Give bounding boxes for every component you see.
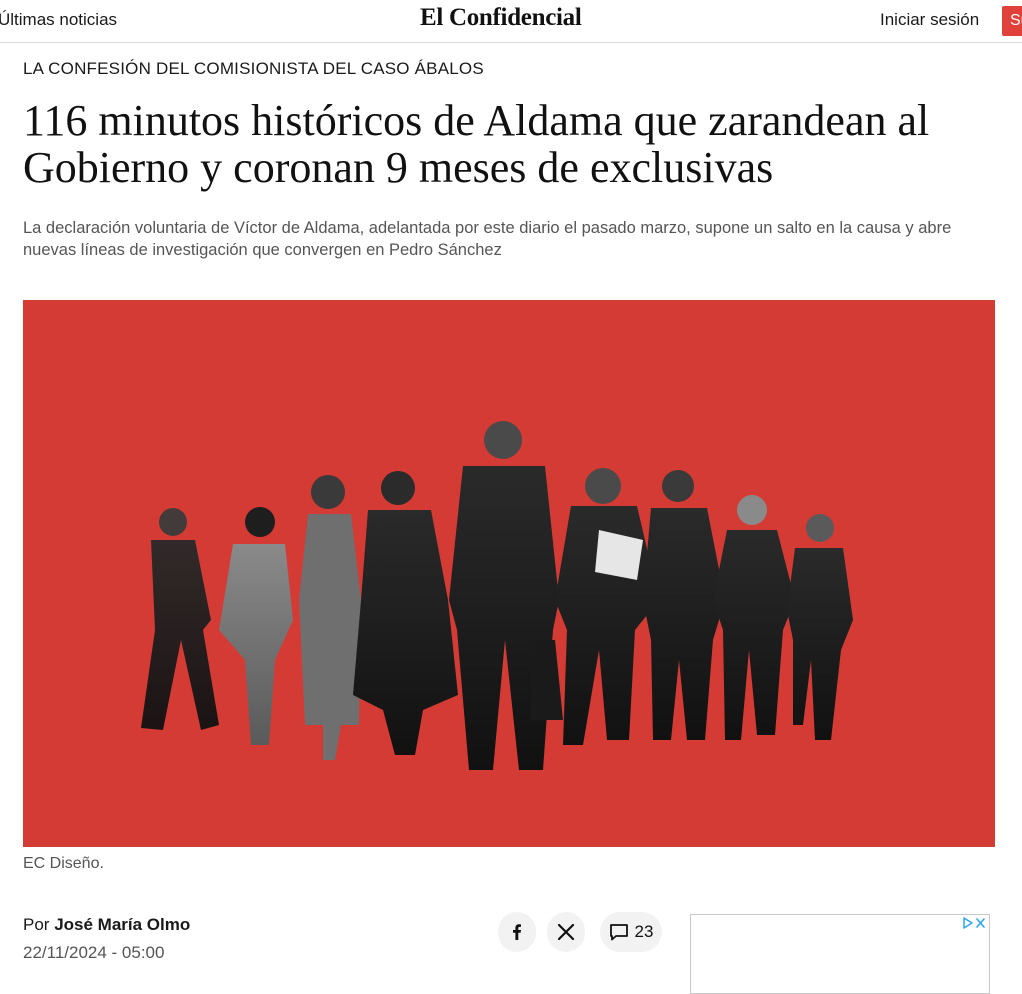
figure-2 <box>219 507 293 745</box>
figure-4 <box>353 471 458 755</box>
hero-image <box>23 300 995 847</box>
author-link[interactable]: José María Olmo <box>54 915 190 934</box>
adchoices-button[interactable] <box>962 917 986 932</box>
publish-date: 22/11/2024 - 05:00 <box>23 943 165 962</box>
figure-3 <box>299 475 361 760</box>
top-bar: Últimas noticias El Confidencial Iniciar… <box>0 0 1022 43</box>
subscribe-button[interactable]: Suscríbete <box>1002 6 1022 36</box>
comments-count: 23 <box>634 922 654 941</box>
comments-button[interactable]: 23 <box>600 912 662 952</box>
article-headline: 116 minutos históricos de Aldama que zar… <box>23 96 930 192</box>
facebook-share-button[interactable] <box>498 912 536 952</box>
group-photo-illustration <box>141 421 853 770</box>
x-icon <box>557 923 575 941</box>
image-caption: EC Diseño. <box>23 855 104 872</box>
figure-7 <box>643 470 725 740</box>
comment-icon <box>609 924 628 941</box>
byline: Por José María Olmo <box>23 915 190 935</box>
article-kicker: LA CONFESIÓN DEL COMISIONISTA DEL CASO Á… <box>23 59 484 78</box>
byline-prefix: Por <box>23 915 50 934</box>
figure-5 <box>449 421 563 770</box>
figure-9 <box>787 514 853 740</box>
x-share-button[interactable] <box>547 912 585 952</box>
figure-8 <box>713 495 795 740</box>
figure-6 <box>555 468 659 745</box>
site-logo[interactable]: El Confidencial <box>420 4 582 32</box>
adchoices-icon <box>963 917 985 929</box>
login-link[interactable]: Iniciar sesión <box>880 10 979 30</box>
ad-slot[interactable] <box>690 914 990 994</box>
facebook-icon <box>513 924 521 940</box>
latest-news-link[interactable]: Últimas noticias <box>0 10 117 30</box>
article-subtitle: La declaración voluntaria de Víctor de A… <box>23 219 952 259</box>
figure-1 <box>141 508 219 730</box>
